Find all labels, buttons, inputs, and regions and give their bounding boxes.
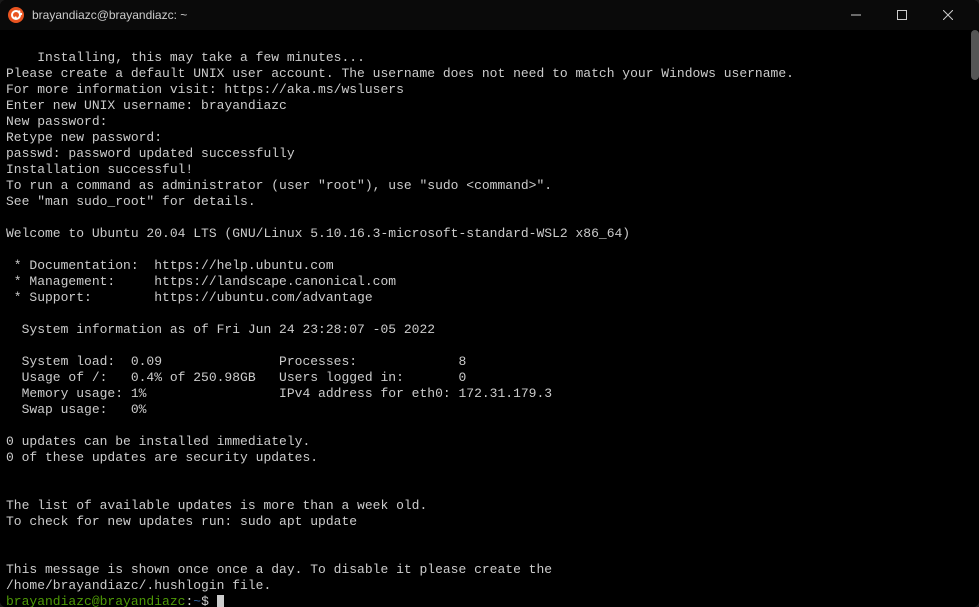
line-retype-password: Retype new password: <box>6 130 162 145</box>
terminal-area[interactable]: Installing, this may take a few minutes.… <box>0 30 979 607</box>
window-controls <box>833 0 971 30</box>
maximize-button[interactable] <box>879 0 925 30</box>
ubuntu-icon <box>8 7 24 23</box>
username-value: brayandiazc <box>201 98 287 113</box>
line-install-success: Installation successful! <box>6 162 193 177</box>
line-username-label: Enter new UNIX username: <box>6 98 201 113</box>
line-updates1: 0 updates can be installed immediately. <box>6 434 310 449</box>
minimize-icon <box>851 10 861 20</box>
close-button[interactable] <box>925 0 971 30</box>
prompt-userhost: brayandiazc@brayandiazc <box>6 594 185 607</box>
line-sysinfo-row3: Memory usage: 1% IPv4 address for eth0: … <box>6 386 552 401</box>
line-support: * Support: https://ubuntu.com/advantage <box>6 290 373 305</box>
line-more-info: For more information visit: https://aka.… <box>6 82 404 97</box>
line-sysinfo-row4: Swap usage: 0% <box>6 402 146 417</box>
window-title: brayandiazc@brayandiazc: ~ <box>32 8 833 22</box>
prompt-path: ~ <box>193 594 201 607</box>
line-stale1: The list of available updates is more th… <box>6 498 427 513</box>
line-new-password: New password: <box>6 114 107 129</box>
line-passwd-updated: passwd: password updated successfully <box>6 146 295 161</box>
line-sysinfo-heading: System information as of Fri Jun 24 23:2… <box>6 322 435 337</box>
line-sudo-man: See "man sudo_root" for details. <box>6 194 256 209</box>
line-sysinfo-row2: Usage of /: 0.4% of 250.98GB Users logge… <box>6 370 466 385</box>
close-icon <box>943 10 953 20</box>
line-mgmt: * Management: https://landscape.canonica… <box>6 274 396 289</box>
cursor <box>217 595 224 607</box>
maximize-icon <box>897 10 907 20</box>
titlebar[interactable]: brayandiazc@brayandiazc: ~ <box>0 0 979 30</box>
line-sysinfo-row1: System load: 0.09 Processes: 8 <box>6 354 466 369</box>
line-installing: Installing, this may take a few minutes.… <box>37 50 365 65</box>
terminal-window: brayandiazc@brayandiazc: ~ Installing, t… <box>0 0 979 607</box>
line-welcome: Welcome to Ubuntu 20.04 LTS (GNU/Linux 5… <box>6 226 630 241</box>
line-updates2: 0 of these updates are security updates. <box>6 450 318 465</box>
minimize-button[interactable] <box>833 0 879 30</box>
line-hush1: This message is shown once once a day. T… <box>6 562 552 577</box>
prompt-dollar: $ <box>201 594 209 607</box>
line-create-user: Please create a default UNIX user accoun… <box>6 66 794 81</box>
line-sudo-hint: To run a command as administrator (user … <box>6 178 552 193</box>
line-doc: * Documentation: https://help.ubuntu.com <box>6 258 334 273</box>
line-stale2: To check for new updates run: sudo apt u… <box>6 514 357 529</box>
scrollbar-thumb[interactable] <box>971 30 979 80</box>
line-hush2: /home/brayandiazc/.hushlogin file. <box>6 578 271 593</box>
